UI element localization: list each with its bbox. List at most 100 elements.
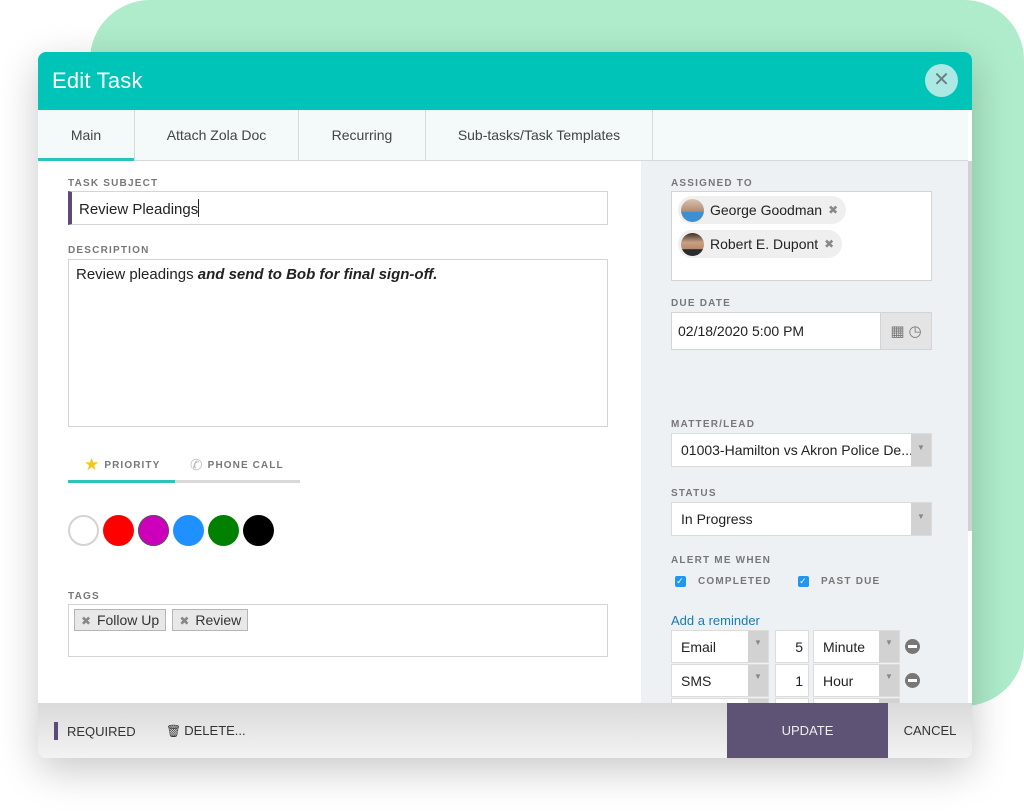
alert-completed[interactable]: ✓ COMPLETED xyxy=(675,576,772,587)
tags-input[interactable]: ✖ Follow Up ✖ Review xyxy=(68,604,608,657)
cancel-button[interactable]: CANCEL xyxy=(888,703,972,758)
status-select[interactable]: In Progress ▼ xyxy=(671,502,932,536)
reminder-type-select[interactable]: SMS ▼ xyxy=(671,664,769,697)
description-plain-text: Review pleadings xyxy=(76,266,198,283)
past-due-label: PAST DUE xyxy=(821,576,881,587)
due-date-label: DUE DATE xyxy=(671,298,731,309)
phone-icon: ✆ xyxy=(190,457,204,474)
reminder-amount-input[interactable]: 1 xyxy=(775,664,809,697)
chevron-down-icon: ▼ xyxy=(911,434,931,466)
color-swatch-green[interactable] xyxy=(208,515,239,546)
alert-me-when-label: ALERT ME WHEN xyxy=(671,555,772,566)
description-textarea[interactable]: Review pleadings and send to Bob for fin… xyxy=(68,259,608,427)
reminder-type-value: Email xyxy=(681,639,717,655)
tab-priority-label: PRIORITY xyxy=(104,459,161,471)
status-label: STATUS xyxy=(671,488,717,499)
delete-label: DELETE... xyxy=(184,723,246,738)
tab-subtasks[interactable]: Sub-tasks/Task Templates xyxy=(426,110,653,160)
color-picker xyxy=(68,515,274,546)
tab-main[interactable]: Main xyxy=(38,110,135,161)
chevron-down-icon: ▼ xyxy=(748,665,768,696)
chevron-down-icon: ▼ xyxy=(879,665,899,696)
assignee-name: George Goodman xyxy=(710,202,823,218)
tag-label: Follow Up xyxy=(96,612,160,628)
avatar xyxy=(681,198,704,222)
dialog-footer: REQUIRED 🗑 DELETE... UPDATE CANCEL xyxy=(38,703,972,758)
add-reminder-link[interactable]: Add a reminder xyxy=(671,613,760,628)
color-swatch-white[interactable] xyxy=(68,515,99,546)
completed-checkbox[interactable]: ✓ xyxy=(675,576,686,587)
task-subject-value: Review Pleadings xyxy=(79,201,199,218)
tag-chip: ✖ Review xyxy=(172,609,249,631)
assignee-chip: George Goodman ✖ xyxy=(678,196,847,224)
color-swatch-black[interactable] xyxy=(243,515,274,546)
reminder-amount-input[interactable]: 5 xyxy=(775,630,809,663)
remove-reminder-icon[interactable] xyxy=(905,639,920,654)
assigned-to-label: ASSIGNED TO xyxy=(671,178,753,189)
reminder-unit-value: Hour xyxy=(823,673,854,689)
tab-priority[interactable]: ★ PRIORITY xyxy=(84,451,160,479)
past-due-checkbox[interactable]: ✓ xyxy=(798,576,809,587)
reminder-type-value: SMS xyxy=(681,673,712,689)
tab-phone-call-label: PHONE CALL xyxy=(207,459,284,471)
color-swatch-magenta[interactable] xyxy=(138,515,169,546)
update-button[interactable]: UPDATE xyxy=(727,703,888,758)
status-value: In Progress xyxy=(681,511,753,527)
tag-chip: ✖ Follow Up xyxy=(74,609,167,631)
description-label: DESCRIPTION xyxy=(68,245,150,256)
task-subject-label: TASK SUBJECT xyxy=(68,178,159,189)
reminder-type-select[interactable]: Email ▼ xyxy=(671,630,769,663)
scrollbar[interactable] xyxy=(968,161,972,703)
completed-label: COMPLETED xyxy=(698,576,772,587)
matter-lead-value: 01003-Hamilton vs Akron Police De... xyxy=(681,442,913,458)
tag-label: Review xyxy=(195,612,242,628)
assigned-to-input[interactable]: George Goodman ✖ Robert E. Dupont ✖ xyxy=(671,191,932,281)
scrollbar-thumb[interactable] xyxy=(968,161,972,531)
required-marker xyxy=(54,722,58,740)
clock-icon[interactable]: ◷ xyxy=(909,322,922,340)
description-bold-text: and send to Bob for final sign-off. xyxy=(197,266,438,283)
stage: Edit Task ✕ Main Attach Zola Doc Recurri… xyxy=(0,0,1024,811)
reminder-unit-select[interactable]: Hour ▼ xyxy=(813,664,900,697)
calendar-icon[interactable]: ▦ xyxy=(890,322,904,340)
remove-assignee-icon[interactable]: ✖ xyxy=(828,203,838,217)
chevron-down-icon: ▼ xyxy=(879,631,899,662)
avatar xyxy=(681,232,704,256)
close-icon: ✕ xyxy=(933,69,950,91)
reminder-unit-select[interactable]: Minute ▼ xyxy=(813,630,900,663)
main-form-panel: TASK SUBJECT Review Pleadings DESCRIPTIO… xyxy=(38,161,641,703)
date-time-picker-buttons: ▦ ◷ xyxy=(881,312,932,350)
remove-assignee-icon[interactable]: ✖ xyxy=(824,237,834,251)
edit-task-dialog: Edit Task ✕ Main Attach Zola Doc Recurri… xyxy=(38,52,972,758)
matter-lead-select[interactable]: 01003-Hamilton vs Akron Police De... ▼ xyxy=(671,433,932,467)
tab-attach-zola-doc[interactable]: Attach Zola Doc xyxy=(135,110,299,160)
assignee-name: Robert E. Dupont xyxy=(710,236,819,252)
color-swatch-red[interactable] xyxy=(103,515,134,546)
due-date-input[interactable]: 02/18/2020 5:00 PM xyxy=(671,312,881,350)
remove-tag-icon[interactable]: ✖ xyxy=(179,614,189,628)
star-icon: ★ xyxy=(84,455,101,474)
matter-lead-label: MATTER/LEAD xyxy=(671,419,756,430)
tab-recurring[interactable]: Recurring xyxy=(299,110,426,160)
delete-button[interactable]: 🗑 DELETE... xyxy=(166,723,246,738)
priority-tab-indicator xyxy=(68,480,175,483)
priority-tabs: ★ PRIORITY ✆ PHONE CALL xyxy=(68,451,300,483)
assignee-chip: Robert E. Dupont ✖ xyxy=(678,230,843,258)
details-panel: ASSIGNED TO George Goodman ✖ Robert E. Du… xyxy=(641,161,968,731)
tab-bar-filler xyxy=(653,110,968,160)
remove-reminder-icon[interactable] xyxy=(905,673,920,688)
dialog-title: Edit Task xyxy=(52,68,143,93)
alert-past-due[interactable]: ✓ PAST DUE xyxy=(798,576,880,587)
tags-label: TAGS xyxy=(68,591,100,602)
required-label: REQUIRED xyxy=(67,723,136,739)
task-subject-input[interactable]: Review Pleadings xyxy=(68,191,608,225)
chevron-down-icon: ▼ xyxy=(748,631,768,662)
text-caret xyxy=(198,199,200,217)
dialog-header: Edit Task ✕ xyxy=(38,52,972,110)
close-button[interactable]: ✕ xyxy=(925,64,958,97)
required-legend: REQUIRED xyxy=(54,722,136,740)
tab-phone-call[interactable]: ✆ PHONE CALL xyxy=(190,451,284,479)
chevron-down-icon: ▼ xyxy=(911,503,931,535)
remove-tag-icon[interactable]: ✖ xyxy=(81,614,91,628)
color-swatch-blue[interactable] xyxy=(173,515,204,546)
